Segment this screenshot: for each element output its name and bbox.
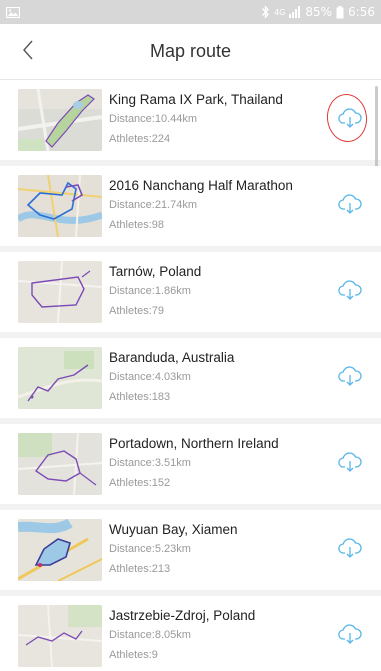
route-list[interactable]: King Rama IX Park, Thailand Distance:10.… <box>0 80 381 671</box>
route-distance: Distance:21.74km <box>109 199 198 211</box>
route-distance: Distance:4.03km <box>109 371 191 383</box>
route-map-thumbnail <box>18 175 102 237</box>
network-label: 4G <box>274 7 286 17</box>
route-athletes: Athletes:9 <box>109 649 158 661</box>
status-time: 6:56 <box>348 5 375 19</box>
download-button[interactable] <box>331 187 369 225</box>
route-name: 2016 Nanchang Half Marathon <box>109 178 293 193</box>
route-name: Tarnów, Poland <box>109 264 202 279</box>
cloud-download-icon <box>338 279 362 305</box>
chevron-left-icon <box>22 40 34 65</box>
route-info: Wuyuan Bay, Xiamen Distance:5.23km Athle… <box>109 521 331 579</box>
route-item[interactable]: Wuyuan Bay, Xiamen Distance:5.23km Athle… <box>0 510 381 596</box>
route-info: Baranduda, Australia Distance:4.03km Ath… <box>109 349 331 407</box>
route-athletes: Athletes:213 <box>109 563 171 575</box>
route-distance: Distance:8.05km <box>109 629 191 641</box>
route-map-thumbnail <box>18 261 102 323</box>
map-route-screen: 4G 85% 6:56 Map route King Rama IX Park,… <box>0 0 381 671</box>
battery-icon <box>336 5 344 19</box>
route-info: Jastrzebie-Zdroj, Poland Distance:8.05km… <box>109 607 331 665</box>
route-distance: Distance:5.23km <box>109 543 191 555</box>
download-button[interactable] <box>331 273 369 311</box>
route-info: Portadown, Northern Ireland Distance:3.5… <box>109 435 331 493</box>
route-name: King Rama IX Park, Thailand <box>109 92 283 107</box>
route-name: Portadown, Northern Ireland <box>109 436 279 451</box>
download-button[interactable] <box>331 617 369 655</box>
route-map-thumbnail <box>18 433 102 495</box>
route-distance: Distance:3.51km <box>109 457 191 469</box>
cloud-download-icon <box>338 451 362 477</box>
status-right: 4G 85% 6:56 <box>261 5 375 19</box>
cloud-download-icon <box>338 365 362 391</box>
bluetooth-icon <box>261 5 270 19</box>
route-info: Tarnów, Poland Distance:1.86km Athletes:… <box>109 263 331 321</box>
route-athletes: Athletes:152 <box>109 477 171 489</box>
route-map-thumbnail <box>18 519 102 581</box>
cloud-download-icon <box>338 623 362 649</box>
route-athletes: Athletes:79 <box>109 305 165 317</box>
back-button[interactable] <box>8 24 48 80</box>
route-map-thumbnail <box>18 89 102 151</box>
app-header: Map route <box>0 24 381 80</box>
download-button[interactable] <box>331 445 369 483</box>
route-item[interactable]: Baranduda, Australia Distance:4.03km Ath… <box>0 338 381 424</box>
route-info: King Rama IX Park, Thailand Distance:10.… <box>109 91 331 149</box>
route-item[interactable]: King Rama IX Park, Thailand Distance:10.… <box>0 80 381 236</box>
cloud-download-icon <box>338 107 362 133</box>
route-name: Wuyuan Bay, Xiamen <box>109 522 238 537</box>
battery-percent: 85% <box>305 5 333 19</box>
cloud-download-icon <box>338 193 362 219</box>
route-athletes: Athletes:183 <box>109 391 171 403</box>
signal-icon <box>289 6 301 18</box>
status-left <box>6 6 20 18</box>
route-name: Jastrzebie-Zdroj, Poland <box>109 608 256 623</box>
status-bar: 4G 85% 6:56 <box>0 0 381 24</box>
download-button[interactable] <box>324 92 370 144</box>
download-button[interactable] <box>331 531 369 569</box>
cloud-download-icon <box>338 537 362 563</box>
route-item[interactable]: Tarnów, Poland Distance:1.86km Athletes:… <box>0 252 381 338</box>
route-map-thumbnail <box>18 605 102 667</box>
route-item[interactable]: Portadown, Northern Ireland Distance:3.5… <box>0 424 381 510</box>
route-item[interactable]: Jastrzebie-Zdroj, Poland Distance:8.05km… <box>0 596 381 671</box>
route-map-thumbnail <box>18 347 102 409</box>
route-distance: Distance:1.86km <box>109 285 191 297</box>
route-item[interactable]: 2016 Nanchang Half Marathon Distance:21.… <box>0 166 381 252</box>
route-athletes: Athletes:98 <box>109 219 165 231</box>
image-notification-icon <box>6 6 20 18</box>
page-title: Map route <box>149 41 232 61</box>
download-button[interactable] <box>331 359 369 397</box>
route-distance: Distance:10.44km <box>109 113 198 125</box>
route-athletes: Athletes:224 <box>109 133 171 145</box>
route-info: 2016 Nanchang Half Marathon Distance:21.… <box>109 177 331 235</box>
route-name: Baranduda, Australia <box>109 350 235 365</box>
